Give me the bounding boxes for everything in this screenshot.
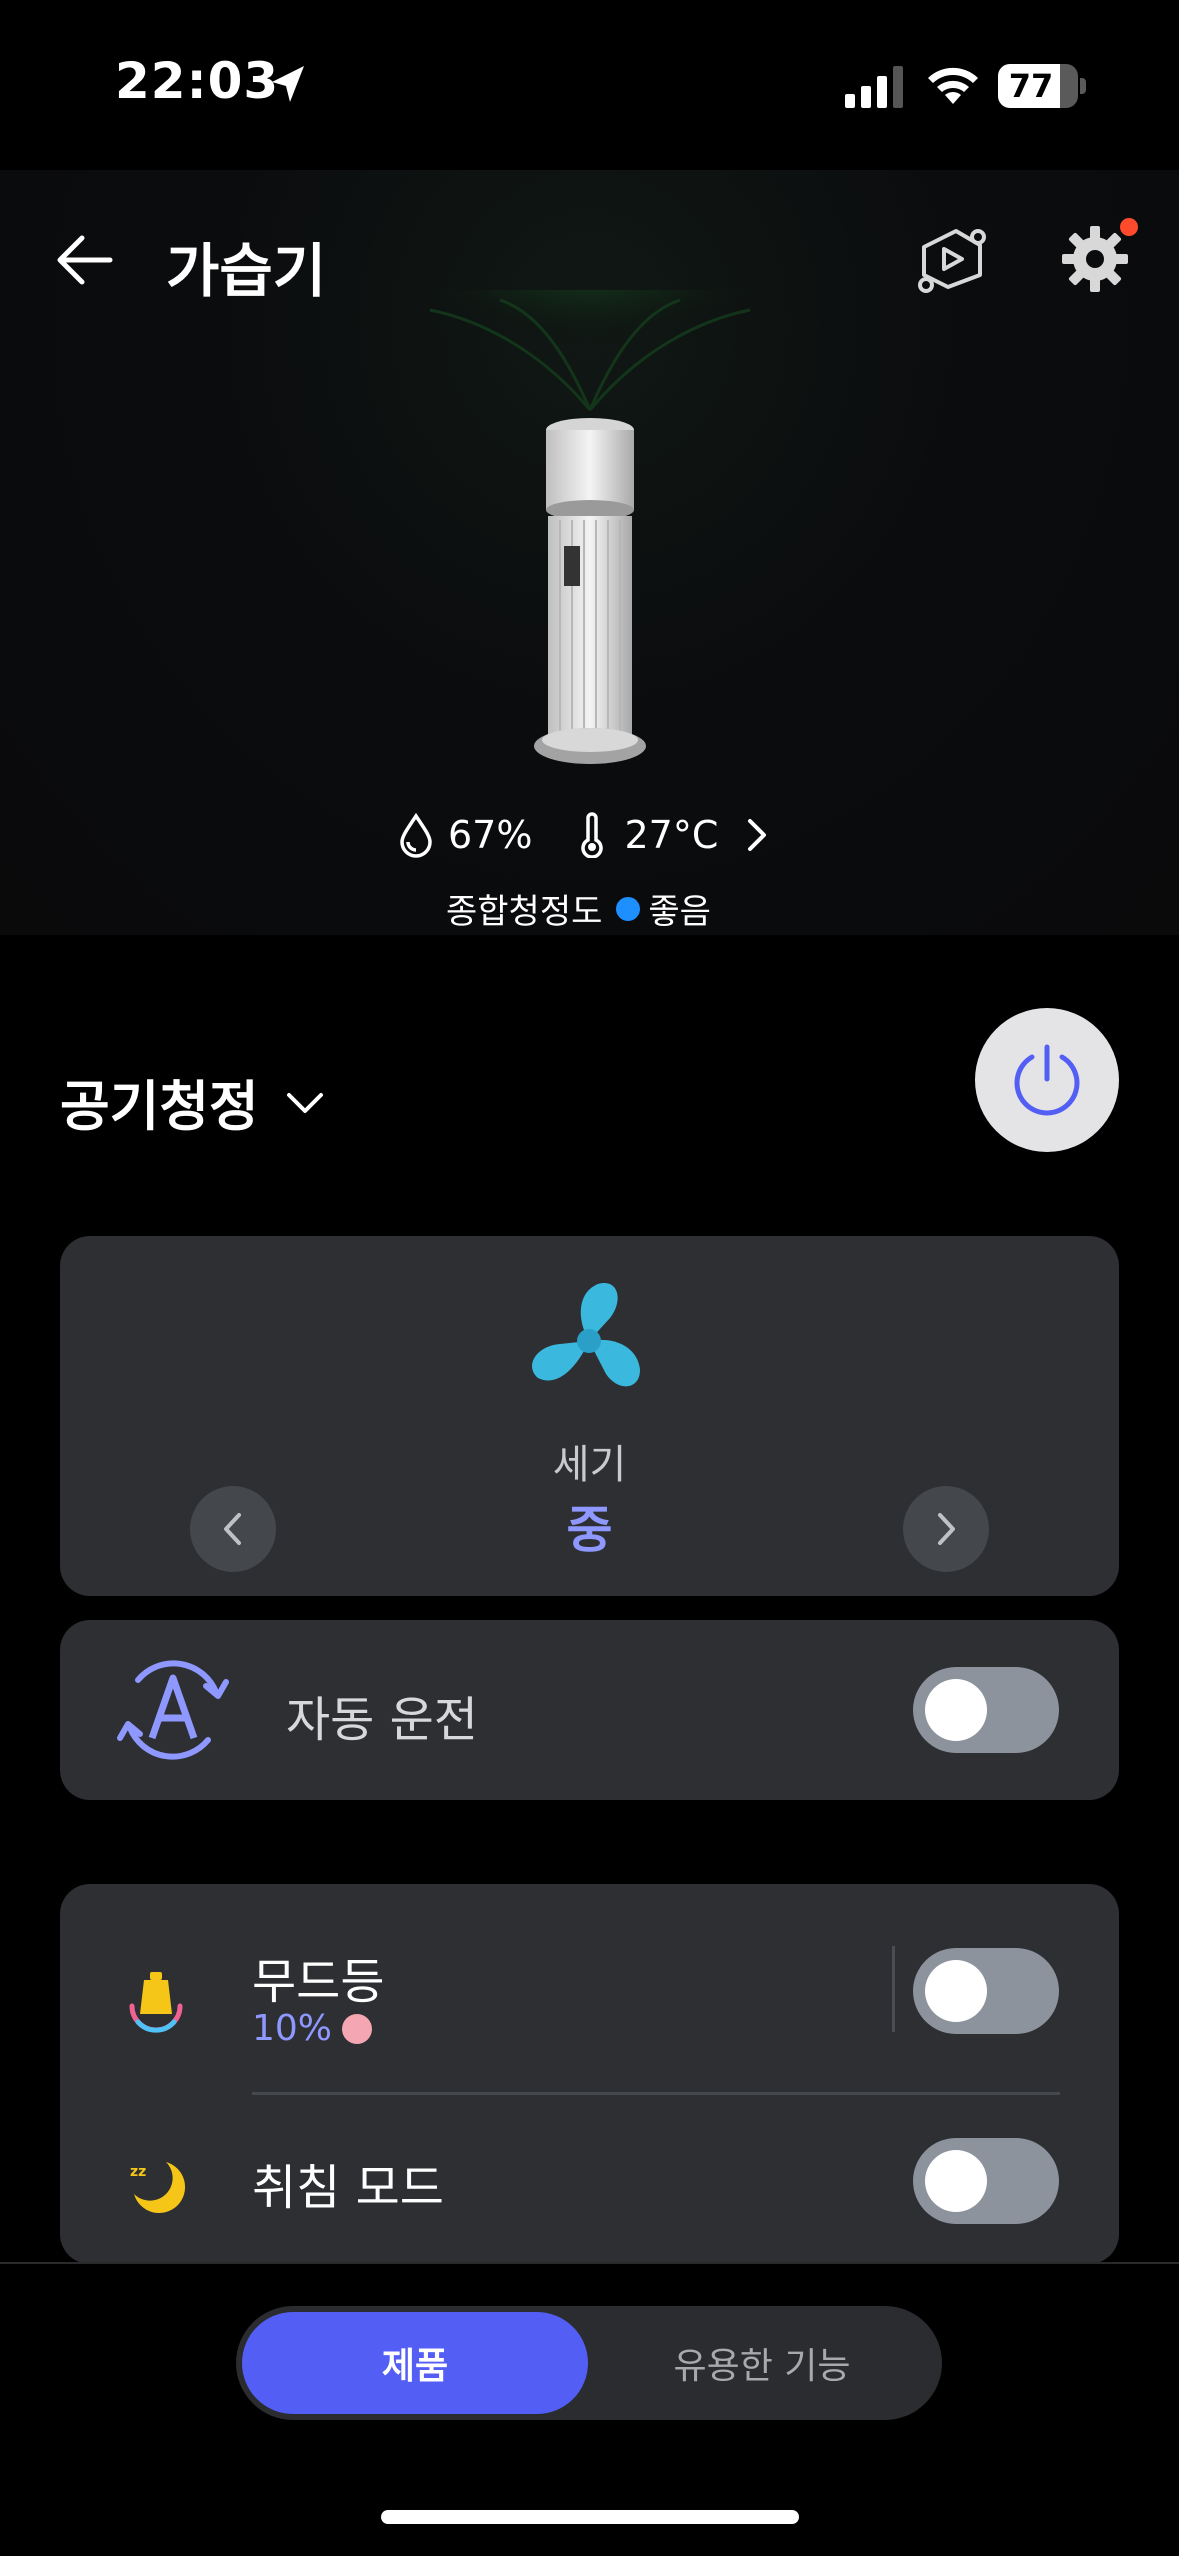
toggle-knob <box>925 2150 987 2212</box>
air-quality-status: 종합청정도 좋음 <box>446 884 711 933</box>
air-quality-label: 종합청정도 <box>446 892 603 932</box>
fan-speed-decrease-button[interactable] <box>190 1486 276 1572</box>
mood-light-color-swatch <box>342 2013 373 2044</box>
mood-light-status: 10% <box>252 2008 373 2049</box>
status-time: 22:03 <box>115 52 280 110</box>
humidity-drop-icon <box>400 812 432 858</box>
chevron-right-icon <box>938 1513 955 1545</box>
power-icon <box>1014 1044 1080 1116</box>
divider <box>252 2092 1060 2095</box>
video-guide-icon[interactable] <box>916 225 988 293</box>
battery-indicator: 77 <box>998 64 1078 108</box>
mood-light-icon <box>129 1972 183 2033</box>
humidity-value: 67% <box>448 813 533 857</box>
tab-useful-features[interactable]: 유용한 기능 <box>588 2312 936 2414</box>
home-indicator <box>381 2510 799 2524</box>
chevron-right-icon <box>748 819 767 851</box>
wifi-icon <box>928 67 978 104</box>
cellular-signal-icon <box>845 66 903 108</box>
toggle-knob <box>925 1960 987 2022</box>
auto-mode-label: 자동 운전 <box>286 1692 478 1748</box>
status-bar: 22:03 77 <box>0 0 1179 170</box>
location-arrow-icon <box>272 66 304 102</box>
segmented-control: 제품 유용한 기능 <box>236 2306 942 2420</box>
toggle-knob <box>925 1679 987 1741</box>
mood-light-toggle[interactable] <box>913 1948 1059 2034</box>
auto-mode-icon <box>117 1660 229 1760</box>
feature-settings-card: 무드등 10% zz 취침 모드 <box>60 1884 1119 2264</box>
chevron-left-icon <box>224 1513 241 1545</box>
air-quality-dot <box>616 896 641 921</box>
air-quality-value: 좋음 <box>648 892 711 932</box>
chevron-down-icon <box>286 1092 323 1113</box>
tab-product[interactable]: 제품 <box>242 2312 588 2414</box>
settings-gear-icon[interactable] <box>1060 224 1130 294</box>
sleep-moon-icon: zz <box>130 2162 186 2214</box>
mood-light-level: 10% <box>252 2008 333 2049</box>
sleep-mode-label: 취침 모드 <box>252 2160 444 2216</box>
battery-percent: 77 <box>1008 67 1054 105</box>
fan-speed-card: 세기 중 <box>60 1236 1119 1596</box>
mode-label: 공기청정 <box>60 1075 259 1138</box>
humidifier-device-image <box>420 290 760 764</box>
page-title: 가습기 <box>166 237 327 305</box>
svg-text:zz: zz <box>130 2164 146 2180</box>
sleep-mode-toggle[interactable] <box>913 2138 1059 2224</box>
fan-speed-increase-button[interactable] <box>903 1486 989 1572</box>
fan-icon <box>532 1282 640 1387</box>
divider <box>892 1946 895 2032</box>
mode-selector[interactable]: 공기청정 <box>60 1062 327 1141</box>
bottom-tab-bar: 제품 유용한 기능 <box>0 2262 1179 2556</box>
power-button[interactable] <box>975 1008 1119 1152</box>
auto-mode-toggle[interactable] <box>913 1667 1059 1753</box>
temperature-value: 27°C <box>624 813 719 857</box>
sensor-metrics[interactable]: 67% 27°C <box>398 805 772 865</box>
fan-speed-label: 세기 <box>552 1442 627 1488</box>
mood-light-label: 무드등 <box>252 1954 385 2010</box>
back-arrow-icon[interactable] <box>52 232 114 288</box>
thermometer-icon <box>581 812 604 858</box>
auto-mode-card: 자동 운전 <box>60 1620 1119 1800</box>
notification-dot <box>1120 218 1138 236</box>
battery-tip <box>1080 78 1086 94</box>
